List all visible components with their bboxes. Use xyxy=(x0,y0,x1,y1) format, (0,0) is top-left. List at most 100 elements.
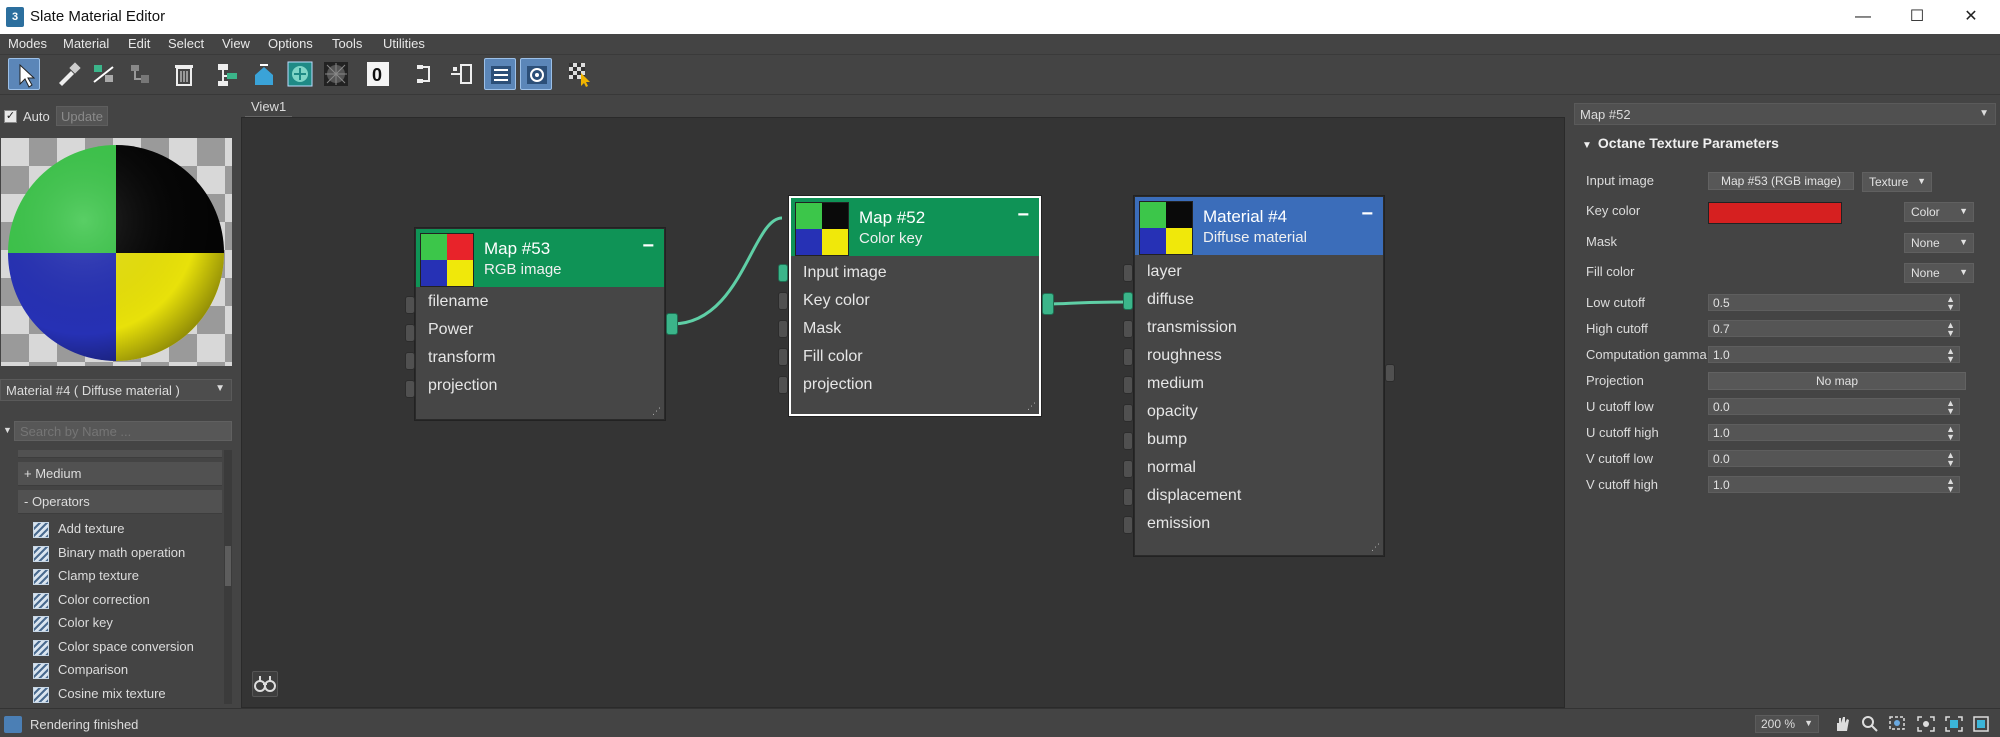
zoom-dropdown[interactable]: 200 % ▼ xyxy=(1755,715,1819,733)
node-map52[interactable]: Map #52 Color key − Input image Key colo… xyxy=(789,196,1041,416)
list-item[interactable]: Comparison xyxy=(18,659,222,683)
input-socket[interactable] xyxy=(778,348,788,366)
menu-material[interactable]: Material xyxy=(63,36,109,51)
input-socket[interactable] xyxy=(1123,264,1133,282)
u-cutoff-high-spinner[interactable]: 1.0 ▲ ▼ xyxy=(1708,424,1960,442)
menu-utilities[interactable]: Utilities xyxy=(383,36,425,51)
output-socket[interactable] xyxy=(666,313,678,335)
eyedropper-icon[interactable] xyxy=(52,58,84,90)
category-medium[interactable]: + Medium xyxy=(18,462,222,486)
input-image-type-dropdown[interactable]: Texture ▼ xyxy=(1862,172,1932,192)
node-canvas[interactable]: Map #53 RGB image − filename Power trans… xyxy=(241,117,1565,708)
minimize-node-icon[interactable]: − xyxy=(1017,204,1029,227)
input-socket-connected[interactable] xyxy=(778,264,788,282)
port-power[interactable]: Power xyxy=(428,321,473,349)
navigator-toggle-icon[interactable] xyxy=(484,58,516,90)
port-opacity[interactable]: opacity xyxy=(1147,403,1198,431)
input-socket[interactable] xyxy=(1123,376,1133,394)
port-fill-color[interactable]: Fill color xyxy=(803,348,863,376)
port-projection[interactable]: projection xyxy=(428,377,497,405)
list-item[interactable]: Cosine mix texture xyxy=(18,683,222,705)
input-socket[interactable] xyxy=(1123,460,1133,478)
maximize-view-icon[interactable] xyxy=(1972,715,1992,733)
spinner-arrows-icon[interactable]: ▲ ▼ xyxy=(1946,321,1955,338)
list-item[interactable]: Binary math operation xyxy=(18,542,222,566)
list-item[interactable]: Color correction xyxy=(18,589,222,613)
input-socket[interactable] xyxy=(405,352,415,370)
spinner-arrows-icon[interactable]: ▲ ▼ xyxy=(1946,347,1955,364)
port-normal[interactable]: normal xyxy=(1147,459,1196,487)
assign-to-selection-icon[interactable] xyxy=(248,58,280,90)
port-mask[interactable]: Mask xyxy=(803,320,841,348)
binoculars-icon[interactable] xyxy=(252,671,278,697)
input-socket[interactable] xyxy=(1123,488,1133,506)
spinner-arrows-icon[interactable]: ▲ ▼ xyxy=(1946,451,1955,468)
minimize-node-icon[interactable]: − xyxy=(1361,203,1373,226)
menu-view[interactable]: View xyxy=(222,36,250,51)
menu-edit[interactable]: Edit xyxy=(128,36,150,51)
u-cutoff-low-spinner[interactable]: 0.0 ▲ ▼ xyxy=(1708,398,1960,416)
category-operators[interactable]: - Operators xyxy=(18,490,222,514)
menu-modes[interactable]: Modes xyxy=(8,36,47,51)
close-button[interactable]: ✕ xyxy=(1948,4,1994,30)
port-diffuse[interactable]: diffuse xyxy=(1147,291,1194,319)
hide-unused-slots-icon[interactable] xyxy=(446,58,478,90)
list-item[interactable]: Add texture xyxy=(18,518,222,542)
move-children-icon[interactable] xyxy=(212,58,244,90)
search-input[interactable] xyxy=(14,421,232,441)
tab-view1[interactable]: View1 xyxy=(245,97,293,117)
computation-gamma-spinner[interactable]: 1.0 ▲ ▼ xyxy=(1708,346,1960,364)
layout-icon[interactable] xyxy=(410,58,442,90)
key-color-swatch[interactable] xyxy=(1708,202,1842,224)
input-socket[interactable] xyxy=(1123,404,1133,422)
category-materials[interactable]: + Materials xyxy=(18,450,222,458)
pan-hand-icon[interactable] xyxy=(1832,715,1852,733)
v-cutoff-high-spinner[interactable]: 1.0 ▲ ▼ xyxy=(1708,476,1960,494)
spinner-arrows-icon[interactable]: ▲ ▼ xyxy=(1946,399,1955,416)
zoom-magnifier-icon[interactable] xyxy=(1860,715,1880,733)
zoom-extents-selected-icon[interactable] xyxy=(1944,715,1964,733)
input-socket[interactable] xyxy=(405,324,415,342)
show-map-icon[interactable] xyxy=(284,58,316,90)
scroll-thumb[interactable] xyxy=(225,546,231,586)
input-socket-connected[interactable] xyxy=(1123,292,1133,310)
port-roughness[interactable]: roughness xyxy=(1147,347,1222,375)
input-socket[interactable] xyxy=(1123,516,1133,534)
select-arrow-icon[interactable] xyxy=(8,58,40,90)
list-item[interactable]: Clamp texture xyxy=(18,565,222,589)
spinner-arrows-icon[interactable]: ▲ ▼ xyxy=(1946,425,1955,442)
input-socket[interactable] xyxy=(778,376,788,394)
browser-scrollbar[interactable] xyxy=(224,450,232,704)
show-background-icon[interactable] xyxy=(320,58,352,90)
port-input-image[interactable]: Input image xyxy=(803,264,887,292)
input-socket[interactable] xyxy=(405,296,415,314)
maximize-button[interactable]: ☐ xyxy=(1894,4,1940,30)
high-cutoff-spinner[interactable]: 0.7 ▲ ▼ xyxy=(1708,320,1960,338)
port-transform[interactable]: transform xyxy=(428,349,496,377)
spinner-arrows-icon[interactable]: ▲ ▼ xyxy=(1946,477,1955,494)
input-image-map-button[interactable]: Map #53 (RGB image) xyxy=(1708,172,1854,190)
collapse-icon[interactable]: ▼ xyxy=(3,425,12,435)
output-socket[interactable] xyxy=(1042,293,1054,315)
auto-checkbox[interactable]: ✓ xyxy=(4,110,17,123)
port-emission[interactable]: emission xyxy=(1147,515,1210,543)
input-socket[interactable] xyxy=(778,320,788,338)
material-id-icon[interactable]: 0 xyxy=(362,58,394,90)
parameter-editor-toggle-icon[interactable] xyxy=(520,58,552,90)
projection-map-button[interactable]: No map xyxy=(1708,372,1966,390)
list-item[interactable]: Color space conversion xyxy=(18,636,222,660)
mask-type-dropdown[interactable]: None ▼ xyxy=(1904,233,1974,253)
resize-grip-icon[interactable]: ⋰ xyxy=(1371,542,1380,553)
port-bump[interactable]: bump xyxy=(1147,431,1187,459)
port-displacement[interactable]: displacement xyxy=(1147,487,1241,515)
menu-select[interactable]: Select xyxy=(168,36,204,51)
zoom-region-icon[interactable] xyxy=(1888,715,1908,733)
port-transmission[interactable]: transmission xyxy=(1147,319,1237,347)
port-key-color[interactable]: Key color xyxy=(803,292,870,320)
material-select-dropdown[interactable]: Material #4 ( Diffuse material ) ▼ xyxy=(0,379,232,401)
node-map53[interactable]: Map #53 RGB image − filename Power trans… xyxy=(415,228,665,420)
fill-color-type-dropdown[interactable]: None ▼ xyxy=(1904,263,1974,283)
port-filename[interactable]: filename xyxy=(428,293,488,321)
port-projection[interactable]: projection xyxy=(803,376,872,404)
v-cutoff-low-spinner[interactable]: 0.0 ▲ ▼ xyxy=(1708,450,1960,468)
